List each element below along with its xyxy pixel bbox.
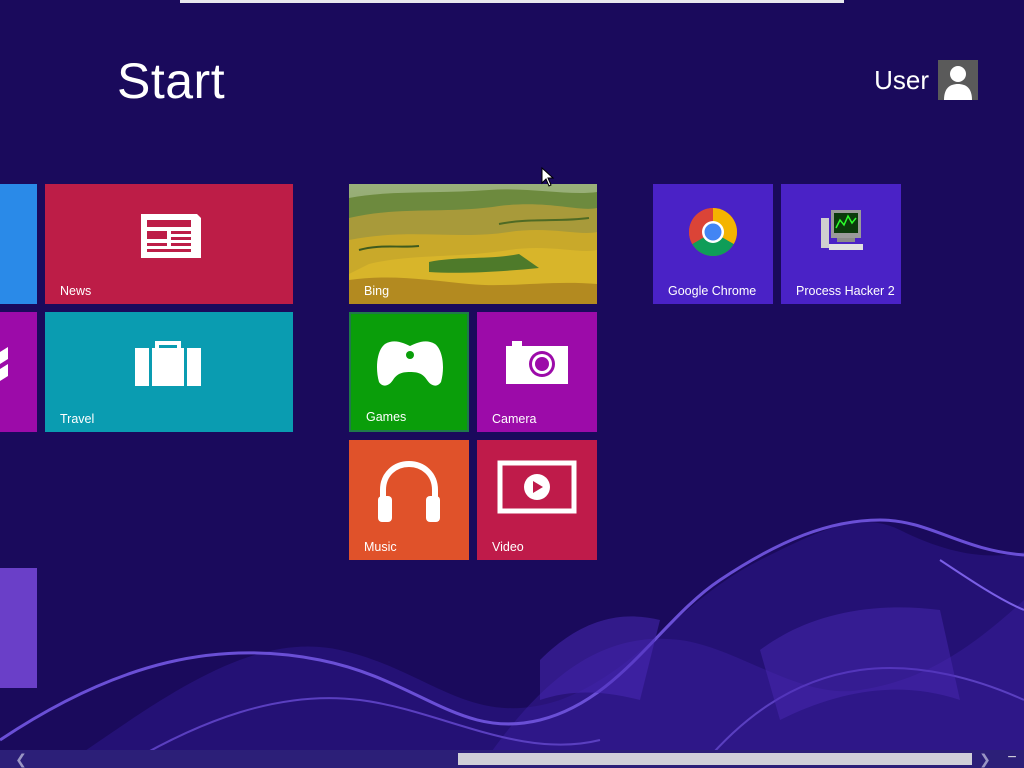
top-strip — [180, 0, 844, 3]
tile-video[interactable]: Video — [477, 440, 597, 560]
semantic-zoom-minus-icon[interactable]: − — [1000, 750, 1024, 768]
partial-tile-blue[interactable] — [0, 184, 37, 304]
tile-label: Games — [366, 410, 407, 424]
tile-label: Process Hacker 2 — [796, 284, 895, 298]
tile-label: Music — [364, 540, 397, 554]
play-icon — [497, 460, 577, 514]
user-silhouette-icon — [938, 60, 978, 100]
camera-icon — [506, 341, 568, 384]
gamepad-icon — [377, 341, 443, 386]
user-account[interactable]: User — [874, 60, 978, 100]
suitcase-icon — [135, 341, 201, 386]
partial-tile-icon — [0, 347, 8, 381]
partial-tile-purple[interactable] — [0, 312, 37, 432]
tile-label: Google Chrome — [668, 284, 757, 298]
tile-label: Travel — [60, 412, 95, 426]
page-title: Start — [117, 53, 226, 109]
tile-label: News — [60, 284, 92, 298]
tile-games[interactable]: Games — [349, 312, 469, 432]
scroll-right-arrow-icon[interactable]: ❯ — [976, 750, 994, 768]
tile-travel[interactable]: Travel — [45, 312, 293, 432]
chrome-icon — [688, 208, 738, 257]
user-name: User — [874, 64, 929, 95]
tile-bing[interactable]: Bing — [349, 184, 597, 304]
computer-icon — [821, 210, 863, 250]
tile-news[interactable]: News — [45, 184, 293, 304]
tile-camera[interactable]: Camera — [477, 312, 597, 432]
tile-google-chrome[interactable]: Google Chrome — [653, 184, 773, 304]
tile-music[interactable]: Music — [349, 440, 469, 560]
newspaper-icon — [141, 214, 201, 258]
mouse-cursor-icon — [541, 167, 555, 187]
horizontal-scrollbar[interactable]: ❮ ❯ − — [0, 750, 1024, 768]
tile-label: Bing — [364, 284, 390, 298]
scroll-left-arrow-icon[interactable]: ❮ — [12, 750, 30, 768]
headphones-icon — [378, 460, 440, 522]
avatar — [938, 60, 978, 100]
partial-tile-violet[interactable] — [0, 568, 37, 688]
scrollbar-thumb[interactable] — [458, 753, 972, 765]
tile-label: Camera — [492, 412, 537, 426]
tile-label: Video — [492, 540, 524, 554]
tile-process-hacker[interactable]: Process Hacker 2 — [781, 184, 901, 304]
